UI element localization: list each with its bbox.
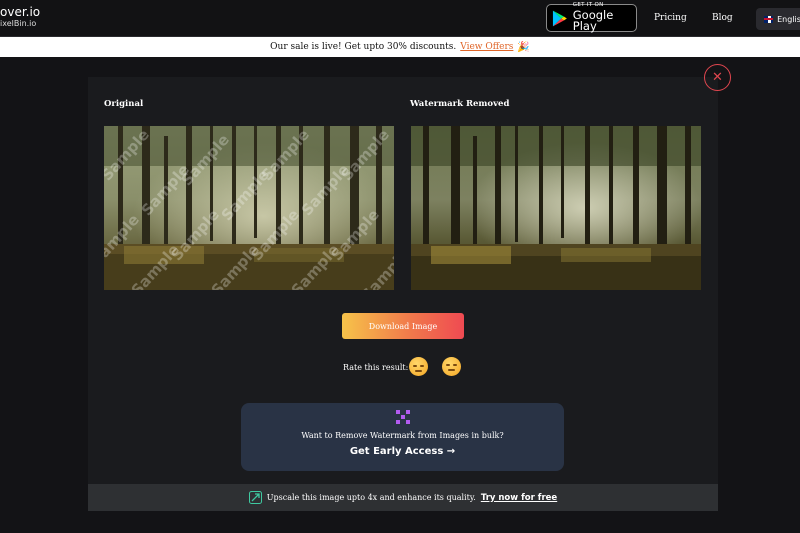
watermark-text: Sample: [337, 126, 393, 185]
brand-name: over.io: [0, 5, 41, 19]
announcement-bar: Our sale is live! Get upto 30% discounts…: [0, 37, 800, 57]
watermark-removed-label: Watermark Removed: [410, 99, 510, 109]
bulk-grid-icon: [396, 410, 410, 424]
watermark-text: Sample: [257, 126, 313, 185]
language-label: English: [777, 14, 800, 24]
watermark-text: Sample: [177, 130, 233, 190]
party-hat-icon: 🎉: [517, 41, 530, 53]
watermark-removed-image: [411, 126, 701, 290]
early-access-label: Get Early Access: [349, 446, 444, 457]
watermark-text: Sample: [104, 126, 153, 185]
view-offers-link[interactable]: View Offers: [460, 42, 513, 52]
download-image-button[interactable]: Download Image: [342, 313, 464, 339]
nav-blog[interactable]: Blog: [712, 13, 733, 23]
close-icon: ✕: [712, 70, 723, 85]
original-label: Original: [104, 99, 144, 109]
watermark-text: Sample: [357, 245, 394, 290]
bulk-access-card: Want to Remove Watermark from Images in …: [241, 403, 564, 471]
watermark-text: Sample: [104, 210, 143, 270]
try-now-link[interactable]: Try now for free: [481, 493, 557, 503]
watermark-text: Sample: [327, 205, 383, 265]
sad-face-icon[interactable]: [409, 357, 428, 376]
upscale-bar: Upscale this image upto 4x and enhance i…: [88, 484, 718, 511]
nav-pricing[interactable]: Pricing: [654, 13, 687, 23]
upscale-text: Upscale this image upto 4x and enhance i…: [266, 493, 476, 502]
announcement-text: Our sale is live! Get upto 30% discounts…: [270, 42, 457, 52]
rate-result-label: Rate this result:: [343, 363, 409, 372]
neutral-face-icon[interactable]: [442, 357, 461, 376]
top-navbar: over.io ixelBin.io GET IT ON Google Play…: [0, 0, 800, 37]
google-play-big-text: Google Play: [572, 7, 614, 34]
google-play-icon: [552, 10, 567, 26]
upscale-icon: [248, 491, 262, 504]
google-play-button[interactable]: GET IT ON Google Play: [546, 3, 637, 34]
bulk-question: Want to Remove Watermark from Images in …: [301, 431, 504, 440]
brand-subtitle: ixelBin.io: [0, 19, 37, 28]
language-selector[interactable]: English: [756, 8, 800, 30]
watermark-overlay: Sample Sample Sample Sample Sample Sampl…: [104, 126, 394, 290]
get-early-access-link[interactable]: Get Early Access →: [241, 446, 564, 457]
brand-logo[interactable]: over.io ixelBin.io: [0, 5, 40, 29]
uk-flag-icon: [764, 15, 774, 23]
watermark-text: Sample: [167, 205, 223, 265]
watermark-text: Sample: [247, 205, 303, 265]
close-button[interactable]: ✕: [704, 64, 731, 91]
original-image: Sample Sample Sample Sample Sample Sampl…: [104, 126, 394, 290]
arrow-right-icon: →: [446, 446, 456, 457]
